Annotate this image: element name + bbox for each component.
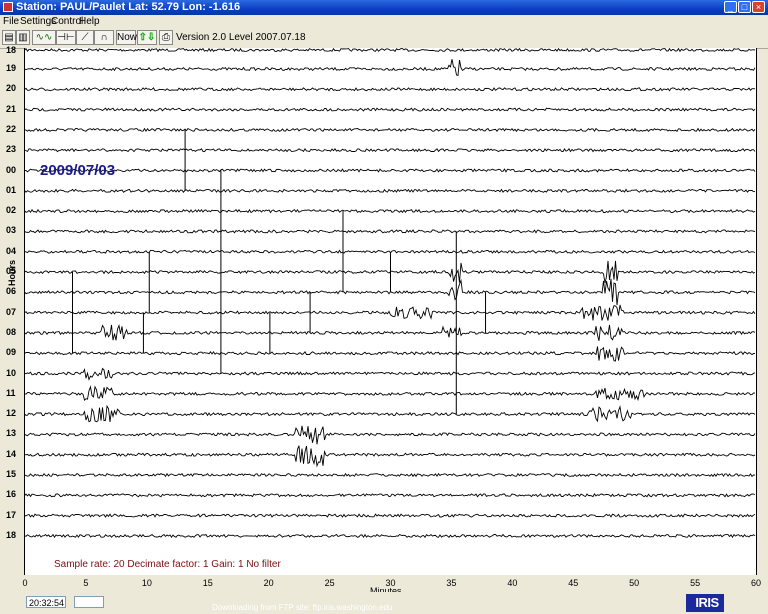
x-tick-label: 15: [202, 578, 213, 588]
hour-label: 23: [6, 144, 17, 155]
iris-logo: IRIS: [690, 594, 724, 612]
filter-icon[interactable]: ⊣⊢: [56, 30, 76, 45]
hour-label: 10: [6, 367, 17, 378]
close-button[interactable]: ×: [752, 1, 765, 13]
waveform-icon[interactable]: ∿∿: [32, 30, 56, 45]
trace-line: [24, 107, 756, 112]
hour-label: 20: [6, 83, 17, 94]
window-title: Station: PAUL/Paulet Lat: 52.79 Lon: -1.…: [16, 1, 241, 13]
hour-label: 17: [6, 509, 17, 520]
x-tick-label: 5: [83, 578, 89, 588]
hour-label: 14: [6, 448, 17, 459]
menu-file[interactable]: File: [3, 16, 19, 27]
hour-label: 16: [6, 489, 17, 500]
hour-label: 02: [6, 205, 17, 216]
hour-label: 09: [6, 347, 17, 358]
hour-label: 00: [6, 164, 17, 175]
trace-line: [24, 87, 756, 92]
hour-label: 22: [6, 123, 17, 134]
x-tick-label: 35: [446, 578, 457, 588]
trace-line: [24, 59, 756, 76]
trace-line: [24, 346, 756, 362]
hour-label-partial: 18: [6, 45, 17, 55]
menu-bar: File Settings Control Help: [0, 15, 768, 28]
hour-label: 01: [6, 184, 17, 195]
x-tick-label: 25: [324, 578, 335, 588]
x-tick-label: 45: [568, 578, 579, 588]
x-tick-label: 20: [263, 578, 274, 588]
x-tick-label: 10: [141, 578, 152, 588]
trace-line: [24, 324, 756, 341]
now-button[interactable]: Now: [116, 30, 137, 45]
x-tick-label: 50: [629, 578, 640, 588]
trace-line: [24, 229, 756, 234]
bandpass-icon[interactable]: ∩: [94, 30, 114, 45]
hour-label: 18: [6, 529, 17, 540]
trace-line: [24, 425, 756, 445]
trace-line: [24, 147, 756, 153]
trace-line: [24, 472, 756, 478]
trace-line: [24, 208, 756, 214]
hour-label: 11: [6, 387, 16, 398]
trace-line: [24, 445, 756, 468]
trace-line: [24, 493, 756, 498]
print-icon[interactable]: ⎙: [159, 30, 173, 45]
trace-line: [24, 47, 756, 53]
time-readout: 20:32:54: [26, 596, 66, 608]
copy-icon[interactable]: ▥: [16, 30, 30, 45]
trace-line: [24, 304, 756, 321]
trace-line: [24, 367, 756, 381]
minimize-button[interactable]: _: [724, 1, 737, 13]
hour-label: 13: [6, 428, 17, 439]
hour-label: 03: [6, 225, 17, 236]
menu-help[interactable]: Help: [79, 16, 100, 27]
trace-line: [24, 127, 756, 133]
ramp-icon[interactable]: ⟋: [76, 30, 94, 45]
hour-label: 12: [6, 408, 17, 419]
open-icon[interactable]: ▤: [2, 30, 16, 45]
trace-line: [24, 188, 756, 193]
version-label: Version 2.0 Level 2007.07.18: [176, 32, 306, 43]
hour-label: 04: [6, 245, 17, 256]
download-status: Downloading from FTP site: ftp.iris.wash…: [212, 603, 393, 612]
x-tick-label: 55: [690, 578, 701, 588]
hour-label: 07: [6, 306, 17, 317]
hour-label: 19: [6, 63, 17, 73]
hour-label: 06: [6, 286, 17, 297]
hour-label: 08: [6, 326, 17, 337]
toolbar: ▤ ▥ ∿∿ ⊣⊢ ⟋ ∩ Now ⇧⇩ ⎙ Version 2.0 Level…: [0, 28, 768, 49]
x-tick-label: 0: [22, 578, 28, 588]
app-icon[interactable]: [3, 2, 13, 12]
trace-line: [24, 385, 756, 402]
maximize-button[interactable]: □: [738, 1, 751, 13]
scroll-arrows-icon[interactable]: ⇧⇩: [137, 30, 157, 45]
trace-line: [24, 533, 756, 539]
seismogram-plot[interactable]: [24, 47, 757, 575]
title-bar: Station: PAUL/Paulet Lat: 52.79 Lon: -1.…: [0, 0, 768, 15]
date-label: 2009/07/03: [40, 162, 116, 179]
x-tick-label: 60: [750, 578, 762, 588]
trace-line: [24, 404, 756, 423]
seismogram-traces: [24, 47, 756, 539]
trace-line: [24, 513, 756, 518]
empty-field: [74, 596, 104, 608]
hour-label: 05: [6, 266, 17, 276]
trace-line: [25, 168, 756, 173]
hour-label: 15: [6, 469, 17, 479]
hour-label: 21: [6, 103, 17, 114]
params-label: Sample rate: 20 Decimate factor: 1 Gain:…: [54, 559, 281, 570]
x-tick-label: 40: [507, 578, 518, 588]
